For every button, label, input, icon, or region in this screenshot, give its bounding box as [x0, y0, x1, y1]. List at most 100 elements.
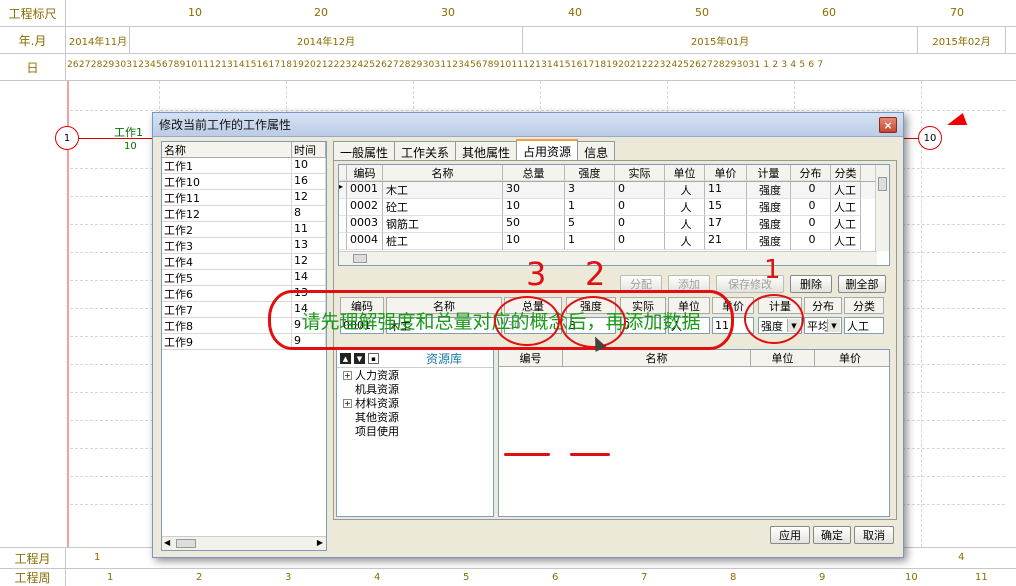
chevron-down-icon[interactable]: ▼	[827, 319, 840, 332]
resource-grid-hscroll[interactable]	[339, 251, 877, 265]
col-actual[interactable]: 实际	[615, 165, 665, 181]
resource-library-tree[interactable]: ▲ ▼ ▪ 资源库 + 人力资源 机具资源 + 材料资源 其他资源 项目使用	[336, 349, 494, 517]
expand-icon[interactable]: +	[343, 398, 352, 408]
resource-row[interactable]: 0002 砼工 10 1 0 人 15 强度 0 人工	[339, 199, 889, 216]
scale-tick: 50	[695, 6, 709, 19]
month-cell: 2015年02月	[918, 27, 1006, 54]
cell: 30	[503, 182, 565, 199]
tree-item-materials[interactable]: + 材料资源	[337, 396, 493, 410]
scroll-thumb[interactable]	[353, 254, 367, 263]
col-distribution[interactable]: 分布	[791, 165, 831, 181]
month-cell: 2015年01月	[523, 27, 918, 54]
delete-button[interactable]: 删除	[790, 275, 832, 293]
lib-col-number[interactable]: 编号	[499, 350, 563, 366]
tree-item-labor[interactable]: + 人力资源	[337, 368, 493, 382]
start-node[interactable]: 1	[55, 126, 79, 150]
tree-item-other[interactable]: 其他资源	[337, 410, 493, 424]
annotation-underline	[504, 453, 550, 456]
col-total[interactable]: 总量	[503, 165, 565, 181]
project-week-label: 工程周	[0, 569, 66, 586]
tree-item-equipment[interactable]: 机具资源	[337, 382, 493, 396]
scroll-thumb[interactable]	[176, 539, 196, 548]
tab-relations[interactable]: 工作关系	[394, 141, 457, 160]
options-icon[interactable]: ▪	[368, 353, 379, 364]
col-name[interactable]: 名称	[383, 165, 503, 181]
task-row[interactable]: 工作4 12	[162, 254, 326, 270]
scale-tick: 10	[188, 6, 202, 19]
col-code[interactable]: 编码	[347, 165, 383, 181]
scroll-left-icon[interactable]: ◀	[164, 538, 170, 547]
scale-tick: 60	[822, 6, 836, 19]
col-unit[interactable]: 单位	[665, 165, 705, 181]
cell: 强度	[747, 216, 791, 233]
task-row[interactable]: 工作3 13	[162, 238, 326, 254]
resource-grid-vscroll[interactable]	[875, 165, 889, 251]
close-button[interactable]: ×	[879, 117, 897, 133]
cell: 人	[665, 199, 705, 216]
cancel-button[interactable]: 取消	[854, 526, 894, 544]
edit-category-label: 分类	[844, 297, 884, 314]
work-name: 工作1	[114, 126, 143, 139]
task-name: 工作4	[162, 254, 292, 269]
lib-col-price[interactable]: 单价	[815, 350, 885, 366]
task-row[interactable]: 工作2 11	[162, 222, 326, 238]
tab-other[interactable]: 其他属性	[455, 141, 518, 160]
task-row[interactable]: 工作11 12	[162, 190, 326, 206]
tab-general[interactable]: 一般属性	[333, 141, 396, 160]
apply-button[interactable]: 应用	[770, 526, 810, 544]
task-list-scrollbar[interactable]: ◀ ▶	[162, 536, 326, 550]
month-ruler-row: 年.月 2014年11月 2014年12月 2015年01月 2015年02月	[0, 27, 1016, 54]
task-row[interactable]: 工作10 16	[162, 174, 326, 190]
work-duration: 10	[124, 141, 137, 152]
month-ruler-label: 年.月	[0, 27, 66, 53]
delete-all-button[interactable]: 删全部	[838, 275, 886, 293]
resource-row[interactable]: ▸ 0001 木工 30 3 0 人 11 强度 0 人工	[339, 182, 889, 199]
task-name: 工作3	[162, 238, 292, 253]
cell: 0003	[347, 216, 383, 233]
work-arrow-tail	[904, 138, 918, 139]
lib-col-name[interactable]: 名称	[563, 350, 751, 366]
week-value: 9	[819, 572, 826, 583]
scale-tick: 20	[314, 6, 328, 19]
time-axis	[67, 81, 69, 547]
library-grid[interactable]: 编号 名称 单位 单价	[498, 349, 890, 517]
cell: 强度	[747, 233, 791, 250]
category-field[interactable]: 人工	[844, 317, 884, 334]
scroll-thumb[interactable]	[878, 177, 887, 191]
move-up-icon[interactable]: ▲	[340, 353, 351, 364]
cell: 1	[565, 233, 615, 250]
tree-item-project-use[interactable]: 项目使用	[337, 424, 493, 438]
cell: 钢筋工	[383, 216, 503, 233]
dialog-titlebar[interactable]: 修改当前工作的工作属性 ×	[153, 113, 903, 137]
scroll-right-icon[interactable]: ▶	[317, 538, 323, 547]
cell: 0	[791, 233, 831, 250]
col-price[interactable]: 单价	[705, 165, 747, 181]
resource-row[interactable]: 0003 钢筋工 50 5 0 人 17 强度 0 人工	[339, 216, 889, 233]
cell: 人工	[831, 199, 861, 216]
scale-ruler-label: 工程标尺	[0, 0, 66, 26]
task-name-header[interactable]: 名称	[162, 142, 292, 157]
col-category[interactable]: 分类	[831, 165, 861, 181]
distribution-select[interactable]: 平均 ▼	[804, 317, 842, 334]
project-month-value: 1	[94, 552, 101, 563]
tab-resources[interactable]: 占用资源	[516, 139, 579, 160]
annotation-underline	[570, 453, 610, 456]
task-row[interactable]: 工作5 14	[162, 270, 326, 286]
end-node[interactable]: 10	[918, 126, 942, 150]
ring-total	[494, 296, 560, 346]
resource-row[interactable]: 0004 桩工 10 1 0 人 21 强度 0 人工	[339, 233, 889, 250]
col-intensity[interactable]: 强度	[565, 165, 615, 181]
task-duration: 11	[292, 222, 326, 237]
task-row[interactable]: 工作12 8	[162, 206, 326, 222]
col-measure[interactable]: 计量	[747, 165, 791, 181]
expand-icon[interactable]: +	[343, 370, 352, 380]
resource-grid[interactable]: 编码 名称 总量 强度 实际 单位 单价 计量 分布 分类 ▸ 0001 木工 …	[338, 164, 890, 266]
task-duration-header[interactable]: 时间	[292, 142, 326, 157]
week-value: 8	[730, 572, 737, 583]
lib-col-unit[interactable]: 单位	[751, 350, 815, 366]
move-down-icon[interactable]: ▼	[354, 353, 365, 364]
tab-info[interactable]: 信息	[577, 141, 616, 160]
cell: 10	[503, 233, 565, 250]
ok-button[interactable]: 确定	[813, 526, 851, 544]
task-row[interactable]: 工作1 10	[162, 158, 326, 174]
